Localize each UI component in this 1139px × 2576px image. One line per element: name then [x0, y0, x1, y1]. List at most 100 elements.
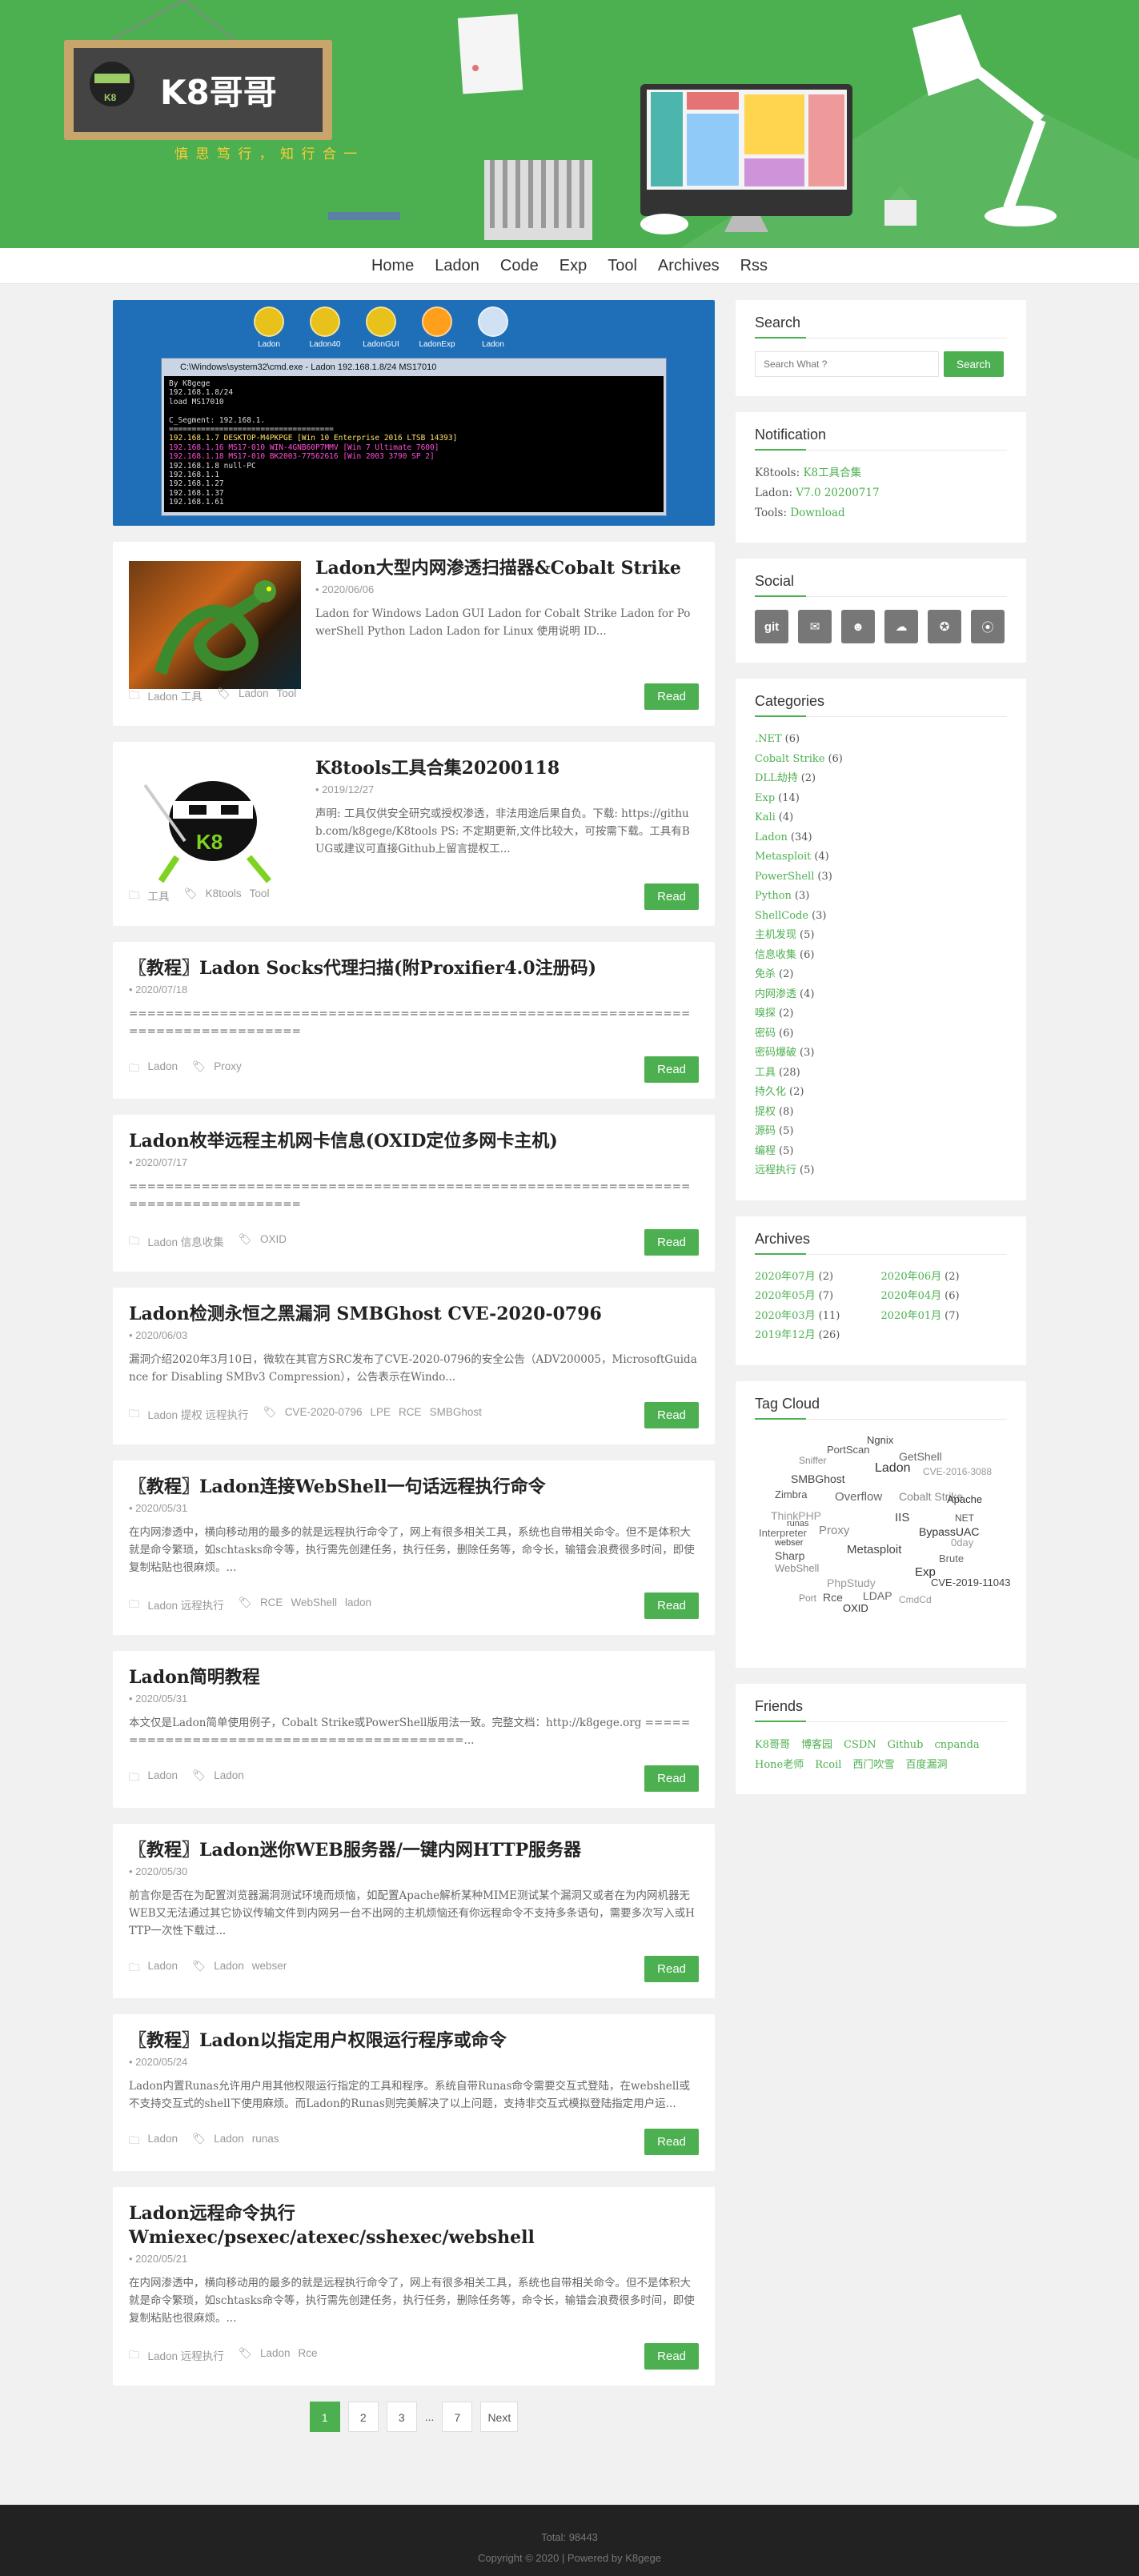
- search-input[interactable]: [755, 351, 939, 377]
- category-link[interactable]: 嗅探: [755, 1008, 776, 1020]
- nav-tool[interactable]: Tool: [608, 257, 637, 275]
- post-tag[interactable]: Ladon: [239, 687, 269, 706]
- post-category[interactable]: Ladon: [148, 1060, 178, 1079]
- post-title[interactable]: 〖教程〗Ladon Socks代理扫描(附Proxifier4.0注册码): [129, 956, 699, 980]
- friend-link[interactable]: 百度漏洞: [905, 1755, 947, 1775]
- post-tag[interactable]: RCE: [399, 1406, 422, 1424]
- cloud-tag[interactable]: Ladon: [875, 1461, 911, 1476]
- pagination-page[interactable]: 2: [347, 2402, 379, 2432]
- archive-link[interactable]: 2020年05月: [755, 1290, 816, 1302]
- post-category[interactable]: Ladon 远程执行: [148, 2347, 224, 2366]
- pagination-page[interactable]: 3: [386, 2402, 417, 2432]
- k8tools-link[interactable]: K8工具合集: [803, 467, 861, 479]
- category-link[interactable]: Cobalt Strike: [755, 753, 824, 765]
- category-link[interactable]: Metasploit: [755, 851, 811, 863]
- category-link[interactable]: 提权: [755, 1106, 776, 1118]
- post-tag[interactable]: Tool: [250, 887, 270, 906]
- cloud-tag[interactable]: CVE-2016-3088: [923, 1466, 992, 1477]
- category-link[interactable]: Ladon: [755, 831, 788, 843]
- category-link[interactable]: .NET: [755, 733, 782, 745]
- category-link[interactable]: 主机发现: [755, 929, 796, 941]
- post-tag[interactable]: Ladon: [214, 1960, 244, 1978]
- desktop-icon-1[interactable]: Ladon40: [305, 306, 345, 349]
- cloud-tag[interactable]: Proxy: [819, 1524, 849, 1537]
- friend-link[interactable]: K8哥哥: [755, 1735, 790, 1755]
- cloud-tag[interactable]: Interpreter: [759, 1527, 807, 1539]
- post-title[interactable]: Ladon远程命令执行Wmiexec/psexec/atexec/sshexec…: [129, 2201, 699, 2249]
- post-category[interactable]: Ladon: [148, 2133, 178, 2151]
- post-category[interactable]: Ladon 远程执行: [148, 1596, 224, 1615]
- desktop-icon-0[interactable]: Ladon: [249, 306, 289, 349]
- post-tag[interactable]: CVE-2020-0796: [285, 1406, 363, 1424]
- archive-link[interactable]: 2020年04月: [881, 1290, 942, 1302]
- post-title[interactable]: Ladon检测永恒之黑漏洞 SMBGhost CVE-2020-0796: [129, 1302, 699, 1326]
- post-thumbnail[interactable]: K8: [129, 761, 301, 889]
- banner-image[interactable]: Ladon Ladon40 LadonGUI LadonExp Ladon C:\Win…: [113, 300, 715, 526]
- category-link[interactable]: Python: [755, 890, 792, 902]
- read-button[interactable]: Read: [644, 1402, 699, 1428]
- category-link[interactable]: DLL劫持: [755, 772, 798, 784]
- post-category[interactable]: Ladon: [148, 1960, 178, 1978]
- archive-link[interactable]: 2020年01月: [881, 1310, 942, 1322]
- category-link[interactable]: 密码: [755, 1028, 776, 1040]
- friend-link[interactable]: CSDN: [844, 1735, 876, 1755]
- nav-home[interactable]: Home: [371, 257, 414, 275]
- read-button[interactable]: Read: [644, 1956, 699, 1982]
- archive-link[interactable]: 2020年07月: [755, 1271, 816, 1283]
- post-category[interactable]: Ladon 提权 远程执行: [148, 1406, 249, 1424]
- read-button[interactable]: Read: [644, 2343, 699, 2370]
- post-tag[interactable]: LPE: [371, 1406, 391, 1424]
- post-tag[interactable]: OXID: [260, 1233, 287, 1252]
- category-link[interactable]: 信息收集: [755, 949, 796, 961]
- post-category[interactable]: Ladon: [148, 1769, 178, 1788]
- cloud-tag[interactable]: Apache: [947, 1493, 982, 1505]
- post-tag[interactable]: Rce: [298, 2347, 317, 2366]
- friend-link[interactable]: Hone老师: [755, 1755, 804, 1775]
- post-tag[interactable]: Proxy: [214, 1060, 242, 1079]
- category-link[interactable]: 编程: [755, 1145, 776, 1157]
- post-thumbnail[interactable]: [129, 561, 301, 689]
- cloud-tag[interactable]: CmdCd: [899, 1594, 932, 1605]
- cloud-tag[interactable]: Metasploit: [847, 1543, 901, 1556]
- category-link[interactable]: 源码: [755, 1125, 776, 1137]
- pagination-page[interactable]: 7: [442, 2402, 473, 2432]
- post-tag[interactable]: Ladon: [214, 2133, 244, 2151]
- post-tag[interactable]: Tool: [276, 687, 296, 706]
- cloud-tag[interactable]: webser: [775, 1538, 803, 1548]
- cloud-tag[interactable]: PortScan: [827, 1444, 869, 1456]
- category-link[interactable]: Kali: [755, 811, 776, 823]
- post-tag[interactable]: Ladon: [260, 2347, 291, 2366]
- rss-icon[interactable]: ⦿: [971, 610, 1005, 643]
- read-button[interactable]: Read: [644, 2129, 699, 2155]
- nav-exp[interactable]: Exp: [559, 257, 587, 275]
- category-link[interactable]: 密码爆破: [755, 1047, 796, 1059]
- read-button[interactable]: Read: [644, 683, 699, 710]
- post-title[interactable]: Ladon枚举远程主机网卡信息(OXID定位多网卡主机): [129, 1129, 699, 1153]
- cloud-tag[interactable]: OXID: [843, 1602, 868, 1614]
- search-button[interactable]: Search: [944, 351, 1004, 377]
- post-category[interactable]: 工具: [148, 887, 170, 906]
- post-title[interactable]: 〖教程〗Ladon迷你WEB服务器/一键内网HTTP服务器: [129, 1838, 699, 1862]
- category-link[interactable]: 远程执行: [755, 1164, 796, 1176]
- cloud-tag[interactable]: Ngnix: [867, 1434, 893, 1446]
- download-link[interactable]: Download: [790, 507, 844, 519]
- cloud-tag[interactable]: IIS: [895, 1511, 909, 1524]
- post-tag[interactable]: SMBGhost: [430, 1406, 482, 1424]
- archive-link[interactable]: 2019年12月: [755, 1329, 816, 1341]
- cloud-tag[interactable]: LDAP: [863, 1589, 892, 1602]
- post-title[interactable]: K8tools工具合集20200118: [315, 756, 699, 780]
- cloud-tag[interactable]: Overflow: [835, 1490, 882, 1504]
- qzone-icon[interactable]: ✪: [928, 610, 961, 643]
- post-title[interactable]: 〖教程〗Ladon连接WebShell一句话远程执行命令: [129, 1475, 699, 1499]
- mail-icon[interactable]: ✉: [798, 610, 832, 643]
- pagination-next[interactable]: Next: [480, 2402, 519, 2432]
- cloud-tag[interactable]: Port: [799, 1592, 816, 1604]
- cloud-tag[interactable]: Sharp: [775, 1549, 804, 1562]
- nav-archives[interactable]: Archives: [658, 257, 720, 275]
- friend-link[interactable]: 西门吹雪: [852, 1755, 894, 1775]
- archive-link[interactable]: 2020年03月: [755, 1310, 816, 1322]
- read-button[interactable]: Read: [644, 1765, 699, 1792]
- friend-link[interactable]: Github: [888, 1735, 924, 1755]
- post-tag[interactable]: Ladon: [214, 1769, 244, 1788]
- category-link[interactable]: 工具: [755, 1067, 776, 1079]
